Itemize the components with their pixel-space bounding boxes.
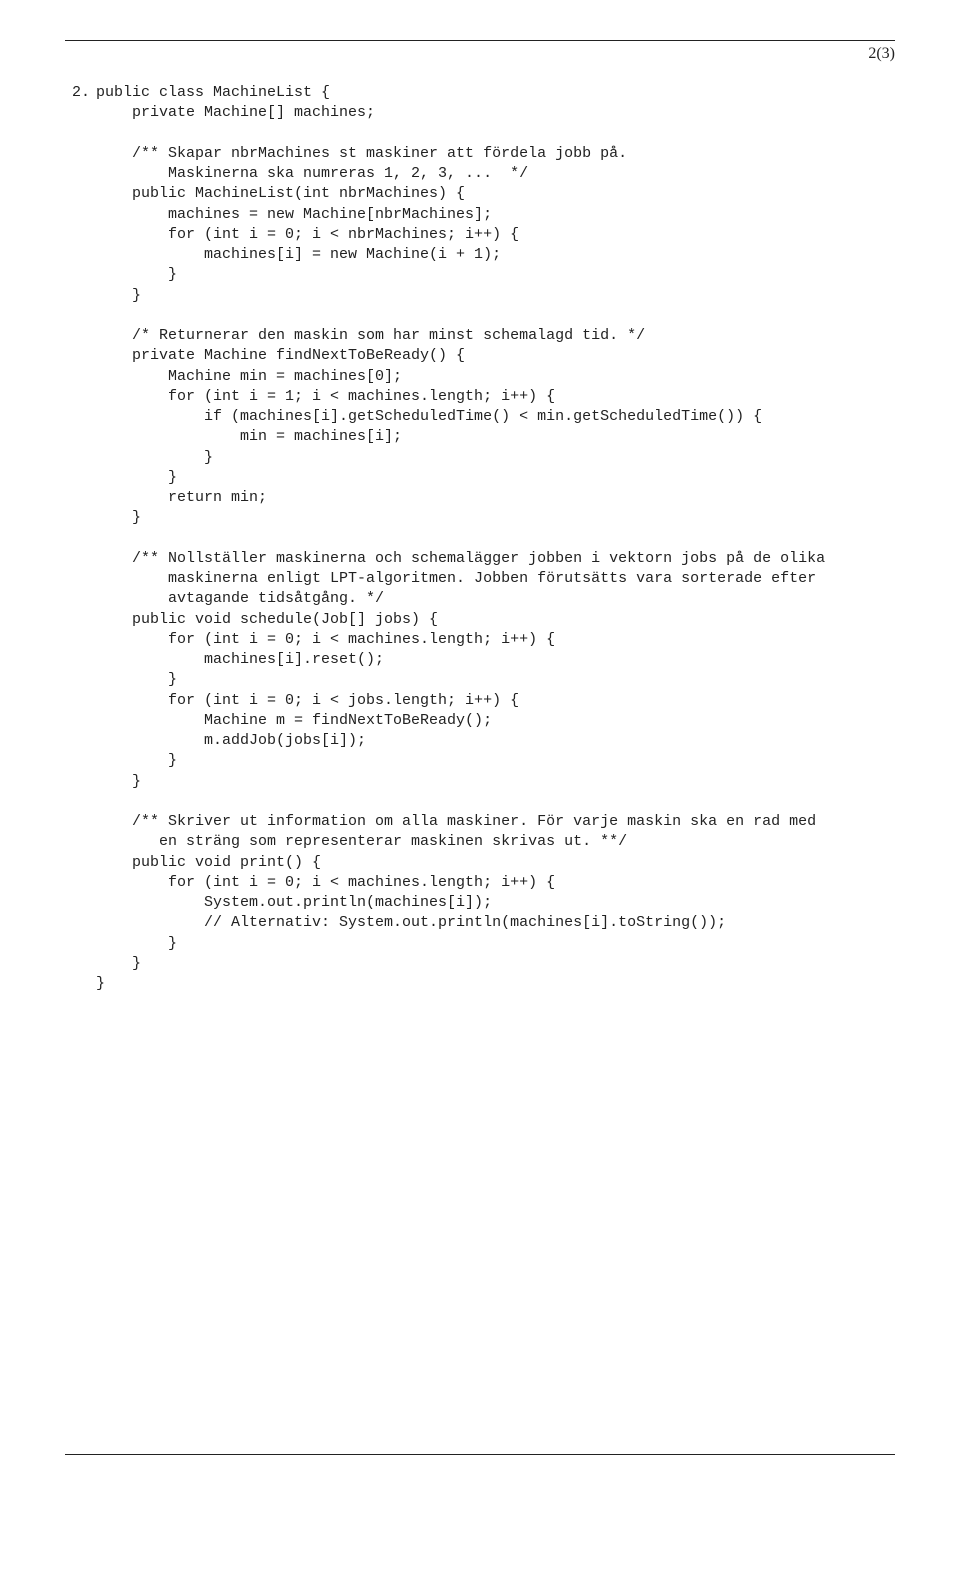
header-rule — [65, 40, 895, 41]
problem-item: 2. public class MachineList { private Ma… — [65, 83, 895, 994]
code-body: public class MachineList { private Machi… — [90, 83, 895, 994]
page-container: 2(3) 2. public class MachineList { priva… — [0, 0, 960, 1573]
code-block: public class MachineList { private Machi… — [96, 83, 895, 994]
item-number: 2. — [65, 83, 90, 103]
footer-rule — [65, 1454, 895, 1455]
page-number: 2(3) — [65, 45, 895, 63]
